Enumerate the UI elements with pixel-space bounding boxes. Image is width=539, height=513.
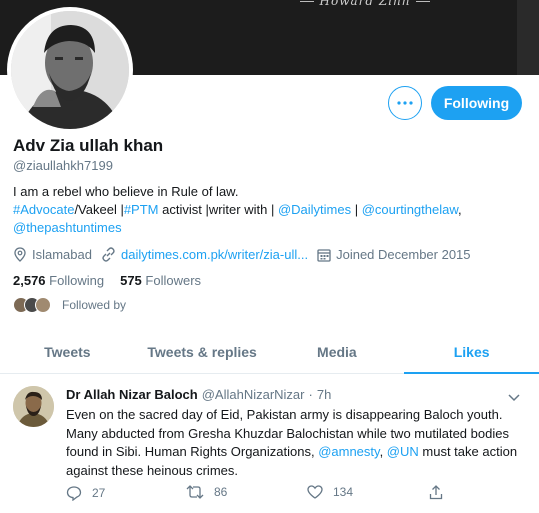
like-button[interactable]: 134 [307, 485, 353, 499]
followers-label: Followers [145, 273, 202, 288]
following-count-link[interactable]: 2,576 Following [13, 273, 104, 288]
profile-bio: I am a rebel who believe in Rule of law.… [13, 183, 523, 237]
bio-text: /Vakeel | [74, 202, 124, 217]
hashtag-advocate[interactable]: #Advocate [13, 202, 74, 217]
retweet-button[interactable]: 86 [186, 485, 227, 499]
calendar-icon [317, 248, 331, 262]
tweet-header: Dr Allah Nizar Baloch @AllahNizarNizar ·… [66, 387, 331, 402]
bio-text: | [351, 202, 362, 217]
mention-courtingthelaw[interactable]: @courtingthelaw [362, 202, 458, 217]
tweet-time[interactable]: 7h [317, 387, 331, 402]
following-button[interactable]: Following [431, 86, 522, 120]
profile-avatar[interactable] [7, 7, 133, 133]
reply-button[interactable]: 27 [66, 485, 105, 501]
tweet-separator: · [308, 387, 313, 402]
website-item[interactable]: dailytimes.com.pk/writer/zia-ull... [101, 247, 308, 262]
tweet-text: Even on the sacred day of Eid, Pakistan … [66, 406, 526, 480]
profile-meta: Islamabad dailytimes.com.pk/writer/zia-u… [13, 247, 480, 262]
followers-count-link[interactable]: 575 Followers [120, 273, 201, 288]
tweet-menu-button[interactable] [508, 389, 520, 407]
tweet-text-part: , [379, 444, 387, 459]
mention-thepashtuntimes[interactable]: @thepashtuntimes [13, 220, 122, 235]
joined-text: Joined December 2015 [336, 247, 471, 262]
share-button[interactable] [429, 485, 453, 500]
mention-un[interactable]: @UN [387, 444, 419, 459]
reply-icon [66, 486, 82, 501]
following-label: Following [49, 273, 105, 288]
mention-amnesty[interactable]: @amnesty [318, 444, 379, 459]
like-count: 134 [333, 485, 354, 499]
retweet-icon [186, 485, 204, 499]
location-item: Islamabad [13, 247, 92, 262]
followed-by[interactable]: Followed by [13, 297, 126, 313]
location-text: Islamabad [32, 247, 92, 262]
profile-handle: @ziaullahkh7199 [13, 158, 113, 173]
profile-tabs: Tweets Tweets & replies Media Likes [0, 332, 539, 374]
location-icon [14, 247, 26, 262]
bio-line-2: #Advocate/Vakeel |#PTM activist |writer … [13, 201, 523, 219]
heart-icon [307, 485, 323, 499]
tweet-author-avatar[interactable] [13, 386, 54, 427]
hashtag-ptm[interactable]: #PTM [124, 202, 159, 217]
more-options-button[interactable] [388, 86, 422, 120]
banner-edge [517, 0, 539, 75]
tweet-author-handle[interactable]: @AllahNizarNizar [202, 387, 305, 402]
follow-counts: 2,576 Following 575 Followers [13, 273, 217, 288]
tweet-author-name[interactable]: Dr Allah Nizar Baloch [66, 387, 198, 402]
bio-text: activist |writer with | [158, 202, 278, 217]
tab-tweets-replies[interactable]: Tweets & replies [135, 332, 270, 373]
reply-count: 27 [92, 486, 106, 500]
joined-item: Joined December 2015 [317, 247, 471, 262]
tweet-actions: 27 86 134 [66, 485, 466, 503]
banner-quote: Howard Zinn [300, 0, 430, 8]
mention-dailytimes[interactable]: @Dailytimes [278, 202, 351, 217]
tab-tweets[interactable]: Tweets [0, 332, 135, 373]
profile-name: Adv Zia ullah khan [13, 136, 164, 155]
tab-likes[interactable]: Likes [404, 332, 539, 374]
link-icon [102, 247, 115, 262]
bio-line-1: I am a rebel who believe in Rule of law. [13, 184, 239, 199]
more-icon [397, 101, 413, 105]
followers-count: 575 [120, 273, 142, 288]
follower-avatar [35, 297, 51, 313]
tab-media[interactable]: Media [270, 332, 405, 373]
tweet-card[interactable]: Dr Allah Nizar Baloch @AllahNizarNizar ·… [0, 375, 539, 513]
share-icon [429, 485, 443, 500]
bio-line-3: @thepashtuntimes [13, 219, 523, 237]
following-count: 2,576 [13, 273, 46, 288]
bio-text: , [458, 202, 462, 217]
chevron-down-icon [508, 394, 520, 402]
website-link[interactable]: dailytimes.com.pk/writer/zia-ull... [121, 247, 308, 262]
retweet-count: 86 [214, 485, 228, 499]
avatar-photo [11, 11, 129, 129]
followed-by-label: Followed by [62, 298, 127, 312]
